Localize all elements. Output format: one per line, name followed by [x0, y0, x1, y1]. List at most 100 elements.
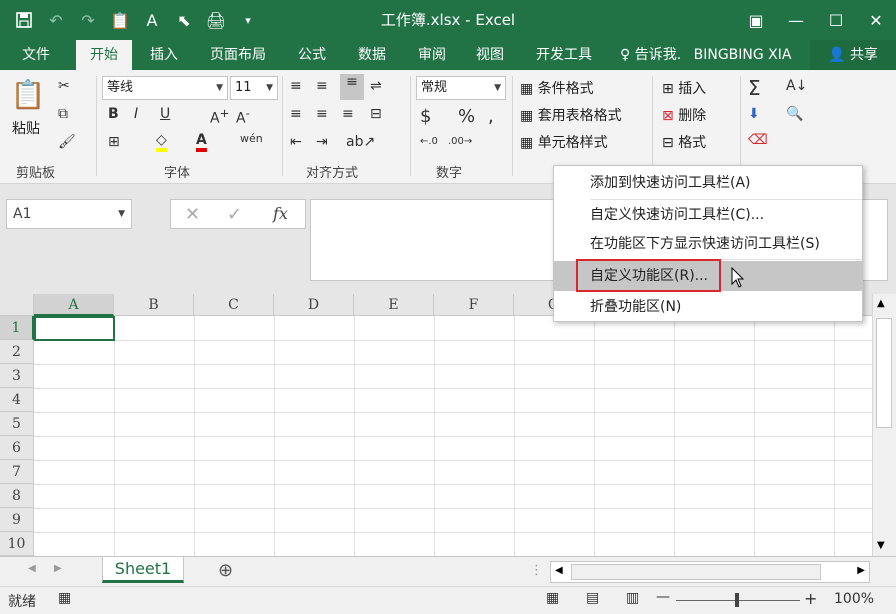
find-select-icon[interactable]: 🔍: [786, 106, 803, 122]
scrollbar-thumb[interactable]: [876, 318, 892, 428]
merge-center-icon[interactable]: ⊟: [370, 106, 382, 122]
bold-button[interactable]: B: [108, 106, 119, 122]
align-left-icon[interactable]: ≡: [290, 106, 302, 122]
orientation-icon[interactable]: ab↗: [346, 134, 375, 150]
align-top-icon[interactable]: ≡: [290, 78, 302, 94]
font-name-dropdown[interactable]: 等线 ▼: [102, 76, 228, 100]
menu-item-show-qat-below[interactable]: 在功能区下方显示快速访问工具栏(S): [554, 229, 862, 259]
cut-icon[interactable]: ✂: [58, 78, 70, 94]
tab-page-layout[interactable]: 页面布局: [198, 40, 278, 70]
select-all-corner[interactable]: [0, 294, 34, 316]
scroll-right-icon[interactable]: ▶: [857, 565, 865, 576]
worksheet-grid[interactable]: A B C D E F G H I J 1 2 3 4 5 6 7 8 9 10: [0, 294, 872, 556]
paste-label[interactable]: 粘贴: [12, 118, 40, 138]
menu-item-add-to-qat[interactable]: 添加到快速访问工具栏(A): [554, 168, 862, 198]
align-center-icon[interactable]: ≡: [316, 106, 328, 122]
insert-cells-button[interactable]: ⊞ 插入: [662, 78, 706, 98]
name-box[interactable]: A1 ▼: [6, 199, 132, 229]
menu-item-customize-qat[interactable]: 自定义快速访问工具栏(C)...: [554, 200, 862, 230]
prev-sheet-icon[interactable]: ◀: [28, 563, 36, 574]
copy-icon[interactable]: ⧉: [58, 106, 68, 122]
format-as-table-button[interactable]: ▦ 套用表格格式: [520, 105, 622, 125]
increase-font-icon[interactable]: A+: [210, 106, 229, 127]
tab-developer[interactable]: 开发工具: [524, 40, 604, 70]
row-header[interactable]: 3: [0, 364, 34, 388]
decrease-indent-icon[interactable]: ⇤: [290, 134, 302, 150]
zoom-level[interactable]: 100%: [834, 591, 874, 607]
font-color-icon[interactable]: A: [196, 132, 207, 152]
italic-button[interactable]: I: [134, 106, 138, 122]
comma-icon[interactable]: ,: [488, 106, 494, 127]
tab-data[interactable]: 数据: [346, 40, 398, 70]
conditional-format-button[interactable]: ▦ 条件格式: [520, 78, 594, 98]
row-header[interactable]: 9: [0, 508, 34, 532]
align-bottom-icon[interactable]: ≡: [340, 74, 364, 100]
sheet-tab-sheet1[interactable]: Sheet1: [102, 557, 184, 583]
column-header[interactable]: C: [194, 294, 274, 316]
tab-file[interactable]: 文件: [10, 40, 62, 70]
row-header[interactable]: 2: [0, 340, 34, 364]
row-header[interactable]: 4: [0, 388, 34, 412]
insert-function-icon[interactable]: fx: [273, 204, 288, 223]
scroll-down-icon[interactable]: ▼: [877, 540, 885, 551]
enter-icon[interactable]: ✓: [227, 204, 242, 225]
cell-styles-button[interactable]: ▦ 单元格样式: [520, 132, 608, 152]
cancel-icon[interactable]: ✕: [185, 204, 200, 225]
close-button[interactable]: ✕: [856, 0, 896, 40]
decrease-decimal-icon[interactable]: .00→: [448, 136, 472, 147]
tab-home[interactable]: 开始: [76, 40, 132, 70]
currency-icon[interactable]: $: [420, 106, 431, 127]
fill-icon[interactable]: ⬇: [748, 106, 760, 122]
add-sheet-icon[interactable]: ⊕: [218, 560, 233, 581]
align-middle-icon[interactable]: ≡: [316, 78, 328, 94]
increase-decimal-icon[interactable]: ←.0: [420, 136, 438, 147]
page-break-view-icon[interactable]: ▥: [626, 590, 639, 606]
zoom-in-icon[interactable]: +: [804, 589, 817, 608]
delete-cells-button[interactable]: ⊠ 删除: [662, 105, 706, 125]
wrap-text-icon[interactable]: ⇌: [370, 78, 382, 94]
horizontal-scrollbar[interactable]: ◀ ▶: [550, 561, 870, 583]
tab-split-handle[interactable]: ⋮: [530, 563, 543, 578]
column-header[interactable]: F: [434, 294, 514, 316]
scroll-up-icon[interactable]: ▲: [877, 298, 885, 309]
format-cells-button[interactable]: ⊟ 格式: [662, 132, 706, 152]
tab-formulas[interactable]: 公式: [286, 40, 338, 70]
increase-indent-icon[interactable]: ⇥: [316, 134, 328, 150]
row-header[interactable]: 6: [0, 436, 34, 460]
row-header[interactable]: 8: [0, 484, 34, 508]
phonetic-icon[interactable]: wén: [240, 132, 263, 145]
tab-review[interactable]: 审阅: [406, 40, 458, 70]
fill-color-icon[interactable]: ◇: [156, 132, 167, 152]
minimize-button[interactable]: —: [776, 0, 816, 40]
align-right-icon[interactable]: ≡: [342, 106, 354, 122]
next-sheet-icon[interactable]: ▶: [54, 563, 62, 574]
scrollbar-thumb[interactable]: [571, 564, 821, 580]
row-header[interactable]: 10: [0, 532, 34, 556]
row-header[interactable]: 5: [0, 412, 34, 436]
autosum-icon[interactable]: Σ: [748, 76, 761, 100]
font-size-dropdown[interactable]: 11 ▼: [230, 76, 278, 100]
tell-me-box[interactable]: ♀ 告诉我. BINGBING XIA: [620, 40, 791, 70]
tab-insert[interactable]: 插入: [138, 40, 190, 70]
menu-item-collapse-ribbon[interactable]: 折叠功能区(N): [554, 292, 862, 322]
zoom-slider-thumb[interactable]: [735, 593, 739, 607]
paste-icon[interactable]: 📋: [10, 78, 46, 114]
clear-icon[interactable]: ⌫: [748, 132, 768, 148]
page-layout-view-icon[interactable]: ▤: [586, 590, 599, 606]
row-header[interactable]: 1: [0, 316, 34, 340]
normal-view-icon[interactable]: ▦: [546, 590, 559, 606]
number-format-dropdown[interactable]: 常规 ▼: [416, 76, 506, 100]
column-header[interactable]: E: [354, 294, 434, 316]
column-header[interactable]: A: [34, 294, 114, 316]
tab-view[interactable]: 视图: [464, 40, 516, 70]
sort-filter-icon[interactable]: A↓: [786, 78, 807, 94]
zoom-out-icon[interactable]: —: [656, 589, 670, 605]
macro-record-icon[interactable]: ▦: [58, 590, 71, 606]
decrease-font-icon[interactable]: A-: [236, 106, 250, 127]
scroll-left-icon[interactable]: ◀: [555, 565, 563, 576]
column-header[interactable]: D: [274, 294, 354, 316]
percent-icon[interactable]: %: [458, 106, 475, 127]
maximize-button[interactable]: ☐: [816, 0, 856, 40]
column-header[interactable]: B: [114, 294, 194, 316]
ribbon-display-icon[interactable]: ▣: [736, 0, 776, 40]
